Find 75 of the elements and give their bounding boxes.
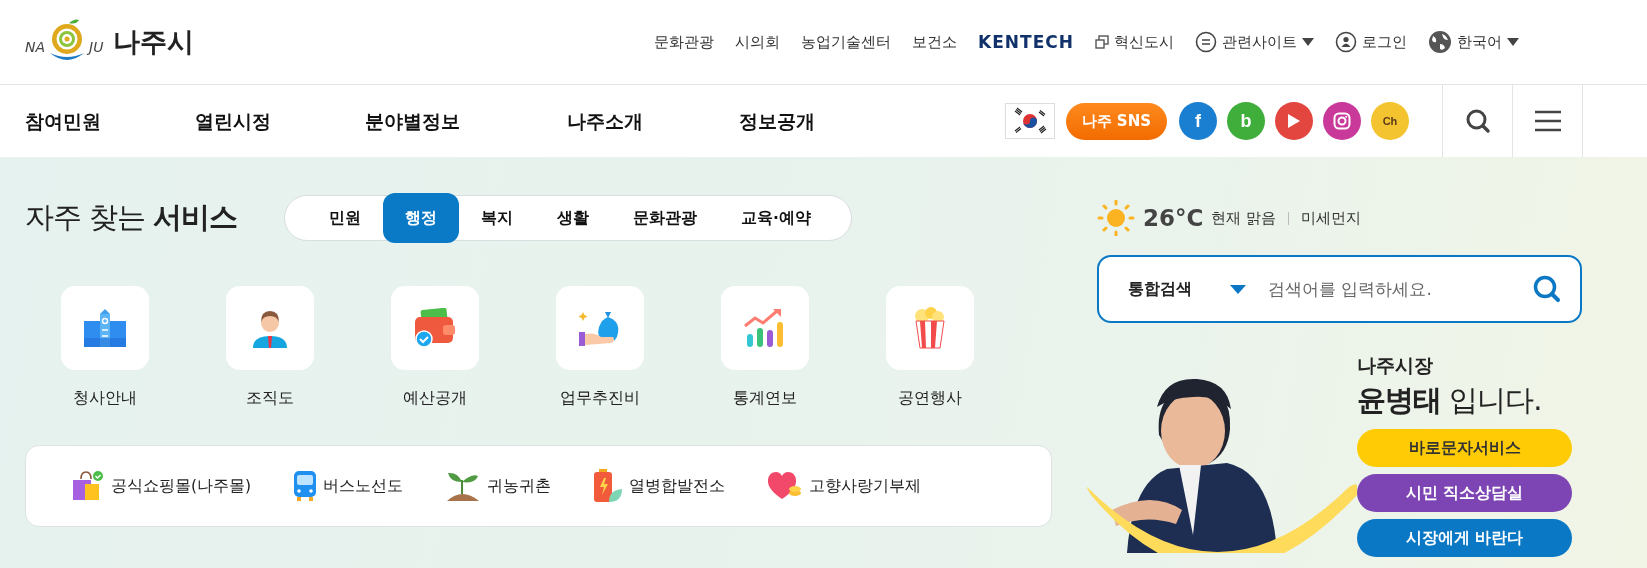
quick-link[interactable]: 버스노선도: [323, 475, 404, 497]
social-button[interactable]: f: [1179, 102, 1217, 140]
tab[interactable]: 행정: [383, 193, 459, 243]
temperature: 26°C: [1143, 205, 1204, 231]
nav-item[interactable]: 나주소개: [567, 108, 739, 134]
social-button[interactable]: [1323, 102, 1361, 140]
bus-icon: [293, 470, 318, 502]
service-tile[interactable]: [61, 286, 149, 370]
service-label[interactable]: 예산공개: [391, 388, 479, 409]
dust-link[interactable]: 미세먼지: [1301, 208, 1362, 228]
flag-icon[interactable]: [1004, 103, 1055, 139]
service-label[interactable]: 통계연보: [721, 388, 809, 409]
play-icon: [1287, 113, 1301, 129]
quick-link[interactable]: 공식쇼핑몰(나주몰): [111, 475, 252, 497]
nav-item[interactable]: 분야별정보: [365, 108, 567, 134]
service-label[interactable]: 조직도: [226, 388, 314, 409]
mayor-service-button[interactable]: 시민 직소상담실: [1357, 474, 1572, 512]
building-icon: [83, 308, 127, 348]
top-link[interactable]: 로그인: [1335, 31, 1407, 53]
service-label[interactable]: 공연행사: [886, 388, 974, 409]
logo-text[interactable]: 나주시: [113, 24, 195, 60]
tab[interactable]: 복지: [459, 193, 535, 243]
mayor-service-button[interactable]: 바로문자서비스: [1357, 429, 1572, 467]
user-icon: [1335, 31, 1357, 53]
caret-icon: [1507, 38, 1519, 46]
nav-item[interactable]: 정보공개: [739, 108, 909, 134]
heart-icon: [767, 471, 804, 501]
mayor-service-button[interactable]: 시장에게 바란다: [1357, 519, 1572, 557]
quick-link[interactable]: 고향사랑기부제: [809, 475, 922, 497]
search-button[interactable]: [1532, 274, 1562, 304]
tab[interactable]: 교육·예약: [719, 193, 833, 243]
tab[interactable]: 생활: [535, 193, 611, 243]
section-title: 자주 찾는 서비스: [25, 199, 239, 236]
battery-icon: [593, 469, 624, 503]
service-tile[interactable]: [226, 286, 314, 370]
top-link[interactable]: KENTECH: [978, 32, 1074, 52]
windows-icon: [1095, 35, 1109, 49]
quick-link[interactable]: 귀농귀촌: [487, 475, 552, 497]
camera-icon: [1333, 112, 1351, 130]
wallet-icon: [413, 308, 457, 348]
nav-item[interactable]: 참여민원: [25, 108, 195, 134]
caret-icon: [1230, 284, 1246, 294]
tab[interactable]: 민원: [307, 193, 383, 243]
top-link[interactable]: 시의회: [735, 32, 781, 52]
top-link[interactable]: 혁신도시: [1095, 32, 1174, 52]
search-icon: [1464, 108, 1491, 134]
globe-icon: [1428, 30, 1452, 54]
service-tile[interactable]: [721, 286, 809, 370]
caret-icon: [1302, 38, 1314, 46]
shopping-bag-icon: [71, 470, 105, 502]
service-tile[interactable]: [886, 286, 974, 370]
top-link[interactable]: 보건소: [912, 32, 958, 52]
service-tile[interactable]: [391, 286, 479, 370]
top-link[interactable]: 문화관광: [654, 32, 715, 52]
service-tile[interactable]: [556, 286, 644, 370]
tab[interactable]: 문화관광: [611, 193, 719, 243]
weather-condition: 현재 맑음: [1211, 208, 1277, 228]
social-button[interactable]: [1275, 102, 1313, 140]
service-label[interactable]: 업무추진비: [556, 388, 644, 409]
service-label[interactable]: 청사안내: [61, 388, 149, 409]
nav-item[interactable]: 열린시정: [195, 108, 365, 134]
popcorn-icon: [912, 307, 948, 349]
top-link[interactable]: 농업기술센터: [801, 32, 892, 52]
top-link[interactable]: 관련사이트: [1195, 31, 1314, 53]
social-button[interactable]: Ch: [1371, 102, 1409, 140]
menu-icon: [1195, 31, 1217, 53]
logo-text: NA: [25, 39, 46, 55]
mayor-title: 나주시장: [1357, 353, 1433, 378]
sun-icon: [1097, 200, 1135, 236]
search-scope-dropdown[interactable]: 통합검색: [1099, 278, 1246, 300]
top-link[interactable]: 한국어: [1428, 30, 1519, 54]
quick-link[interactable]: 열병합발전소: [629, 475, 726, 497]
search-icon: [1532, 274, 1562, 304]
menu-icon: [1533, 110, 1562, 132]
mayor-greeting: 윤병태 입니다.: [1357, 382, 1542, 419]
